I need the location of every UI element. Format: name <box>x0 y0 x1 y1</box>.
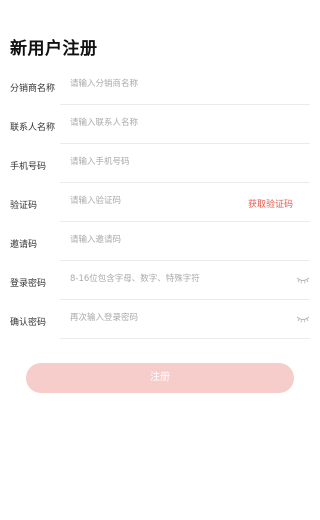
password-label: 登录密码 <box>10 279 47 289</box>
page-title: 新用户注册 <box>10 39 98 59</box>
phone-row: 手机号码 <box>0 144 320 183</box>
invite-code-row: 邀请码 <box>0 222 320 261</box>
get-code-button[interactable]: 获取验证码 <box>248 197 293 210</box>
confirm-password-input[interactable] <box>70 310 240 326</box>
phone-input[interactable] <box>70 154 240 170</box>
password-field-wrapper <box>60 261 310 300</box>
verification-code-row: 验证码 获取验证码 <box>0 183 320 222</box>
distributor-name-field-wrapper <box>60 66 310 105</box>
distributor-name-row: 分销商名称 <box>0 66 320 105</box>
password-input[interactable] <box>70 271 240 287</box>
invite-code-input[interactable] <box>70 232 240 248</box>
contact-name-input[interactable] <box>70 115 240 131</box>
phone-field-wrapper <box>60 144 310 183</box>
contact-name-field-wrapper <box>60 105 310 144</box>
verification-code-label: 验证码 <box>10 201 38 211</box>
contact-name-label: 联系人名称 <box>10 123 56 133</box>
registration-form: 分销商名称 联系人名称 手机号码 验证码 获取验证码 邀请码 登录密码 <box>0 66 320 339</box>
verification-code-field-wrapper: 获取验证码 <box>60 183 310 222</box>
contact-name-row: 联系人名称 <box>0 105 320 144</box>
register-button[interactable]: 注册 <box>26 363 294 393</box>
invite-code-field-wrapper <box>60 222 310 261</box>
confirm-password-field-wrapper <box>60 300 310 339</box>
confirm-password-label: 确认密码 <box>10 318 47 328</box>
eye-closed-icon[interactable] <box>296 275 310 285</box>
verification-code-input[interactable] <box>70 193 240 209</box>
distributor-name-input[interactable] <box>70 76 240 92</box>
eye-closed-icon[interactable] <box>296 314 310 324</box>
password-row: 登录密码 <box>0 261 320 300</box>
confirm-password-row: 确认密码 <box>0 300 320 339</box>
phone-label: 手机号码 <box>10 162 47 172</box>
invite-code-label: 邀请码 <box>10 240 38 250</box>
distributor-name-label: 分销商名称 <box>10 84 56 94</box>
